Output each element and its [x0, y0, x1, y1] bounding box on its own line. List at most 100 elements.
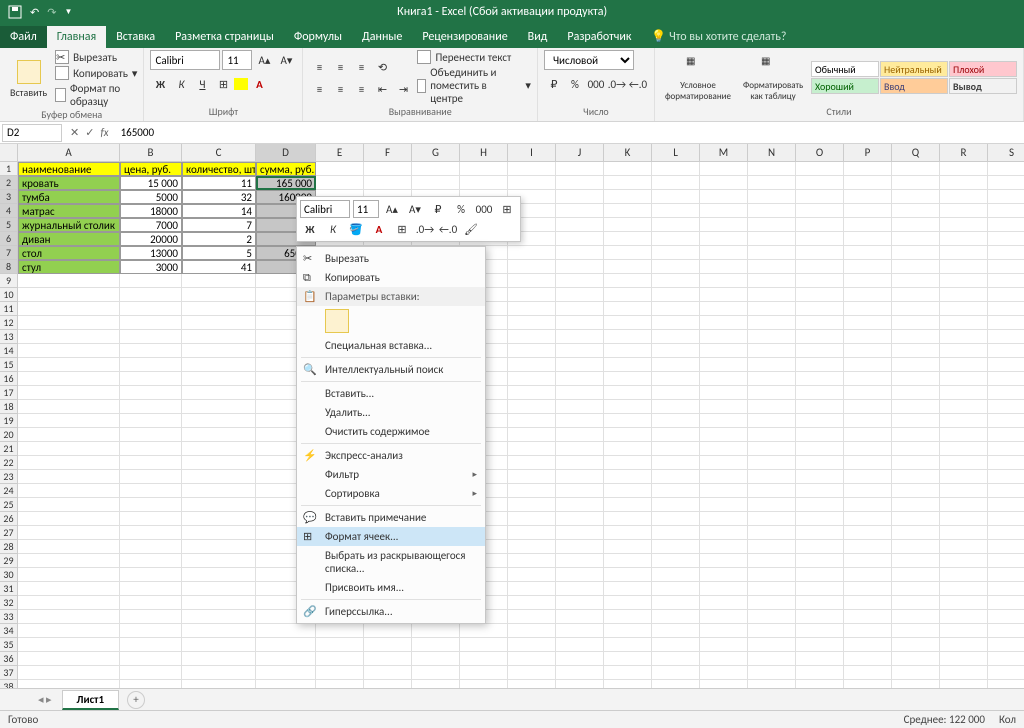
- cell-J1[interactable]: [556, 162, 604, 176]
- cell-J5[interactable]: [556, 218, 604, 232]
- cell-R25[interactable]: [940, 498, 988, 512]
- cell-S19[interactable]: [988, 414, 1024, 428]
- cell-S25[interactable]: [988, 498, 1024, 512]
- cell-N3[interactable]: [748, 190, 796, 204]
- cell-F1[interactable]: [364, 162, 412, 176]
- mini-font-name[interactable]: [300, 200, 350, 218]
- cell-N35[interactable]: [748, 638, 796, 652]
- cell-K14[interactable]: [604, 344, 652, 358]
- cell-O36[interactable]: [796, 652, 844, 666]
- cell-K36[interactable]: [604, 652, 652, 666]
- cell-N11[interactable]: [748, 302, 796, 316]
- cell-I10[interactable]: [508, 288, 556, 302]
- cell-I36[interactable]: [508, 652, 556, 666]
- cell-J28[interactable]: [556, 540, 604, 554]
- cell-P35[interactable]: [844, 638, 892, 652]
- cell-S3[interactable]: [988, 190, 1024, 204]
- cell-M32[interactable]: [700, 596, 748, 610]
- cell-A4[interactable]: матрас: [18, 204, 120, 218]
- mini-bold-button[interactable]: Ж: [300, 220, 320, 238]
- cell-L10[interactable]: [652, 288, 700, 302]
- cell-J19[interactable]: [556, 414, 604, 428]
- cell-E37[interactable]: [316, 666, 364, 680]
- cell-I14[interactable]: [508, 344, 556, 358]
- cell-B18[interactable]: [120, 400, 182, 414]
- cell-O3[interactable]: [796, 190, 844, 204]
- cell-M31[interactable]: [700, 582, 748, 596]
- cell-K27[interactable]: [604, 526, 652, 540]
- cell-G35[interactable]: [412, 638, 460, 652]
- cell-K2[interactable]: [604, 176, 652, 190]
- cell-A17[interactable]: [18, 386, 120, 400]
- cell-S36[interactable]: [988, 652, 1024, 666]
- cell-S17[interactable]: [988, 386, 1024, 400]
- currency-icon[interactable]: ₽: [544, 75, 564, 93]
- cell-B5[interactable]: 7000: [120, 218, 182, 232]
- cell-M6[interactable]: [700, 232, 748, 246]
- cell-J10[interactable]: [556, 288, 604, 302]
- cell-K34[interactable]: [604, 624, 652, 638]
- cell-N6[interactable]: [748, 232, 796, 246]
- cell-O31[interactable]: [796, 582, 844, 596]
- col-header-A[interactable]: A: [18, 144, 120, 162]
- row-header-19[interactable]: 19: [0, 414, 18, 428]
- cell-L8[interactable]: [652, 260, 700, 274]
- cell-A11[interactable]: [18, 302, 120, 316]
- cell-A26[interactable]: [18, 512, 120, 526]
- cell-B19[interactable]: [120, 414, 182, 428]
- cell-I29[interactable]: [508, 554, 556, 568]
- col-header-G[interactable]: G: [412, 144, 460, 162]
- border-button[interactable]: ⊞: [213, 75, 233, 93]
- cell-S15[interactable]: [988, 358, 1024, 372]
- formula-input[interactable]: [115, 125, 1024, 140]
- row-header-8[interactable]: 8: [0, 260, 18, 274]
- cell-A32[interactable]: [18, 596, 120, 610]
- cell-Q10[interactable]: [892, 288, 940, 302]
- cell-G2[interactable]: [412, 176, 460, 190]
- cell-K4[interactable]: [604, 204, 652, 218]
- select-all-corner[interactable]: [0, 144, 18, 162]
- cell-J30[interactable]: [556, 568, 604, 582]
- cell-P18[interactable]: [844, 400, 892, 414]
- cell-L26[interactable]: [652, 512, 700, 526]
- cell-L17[interactable]: [652, 386, 700, 400]
- cell-S14[interactable]: [988, 344, 1024, 358]
- cell-M19[interactable]: [700, 414, 748, 428]
- cell-S13[interactable]: [988, 330, 1024, 344]
- cell-F34[interactable]: [364, 624, 412, 638]
- cell-O24[interactable]: [796, 484, 844, 498]
- cell-C7[interactable]: 5: [182, 246, 256, 260]
- cell-M37[interactable]: [700, 666, 748, 680]
- cell-K33[interactable]: [604, 610, 652, 624]
- cell-A13[interactable]: [18, 330, 120, 344]
- tab-review[interactable]: Рецензирование: [412, 26, 517, 48]
- cell-J26[interactable]: [556, 512, 604, 526]
- row-header-12[interactable]: 12: [0, 316, 18, 330]
- cm-clear[interactable]: Очистить содержимое: [297, 422, 485, 441]
- cell-K24[interactable]: [604, 484, 652, 498]
- cell-B27[interactable]: [120, 526, 182, 540]
- cell-I11[interactable]: [508, 302, 556, 316]
- cell-N20[interactable]: [748, 428, 796, 442]
- col-header-N[interactable]: N: [748, 144, 796, 162]
- cell-O22[interactable]: [796, 456, 844, 470]
- cell-R3[interactable]: [940, 190, 988, 204]
- cell-S18[interactable]: [988, 400, 1024, 414]
- merge-button[interactable]: Объединить и поместить в центре ▾: [417, 66, 530, 105]
- mini-font-color-icon[interactable]: A: [369, 220, 389, 238]
- cell-Q29[interactable]: [892, 554, 940, 568]
- cell-N27[interactable]: [748, 526, 796, 540]
- cell-C24[interactable]: [182, 484, 256, 498]
- cell-I24[interactable]: [508, 484, 556, 498]
- cell-L30[interactable]: [652, 568, 700, 582]
- cell-M13[interactable]: [700, 330, 748, 344]
- cell-R37[interactable]: [940, 666, 988, 680]
- cell-P3[interactable]: [844, 190, 892, 204]
- row-header-26[interactable]: 26: [0, 512, 18, 526]
- cell-M28[interactable]: [700, 540, 748, 554]
- cell-D35[interactable]: [256, 638, 316, 652]
- cell-Q2[interactable]: [892, 176, 940, 190]
- cm-paste-option-1[interactable]: [325, 309, 349, 333]
- row-header-23[interactable]: 23: [0, 470, 18, 484]
- cell-D2[interactable]: 165 000: [256, 176, 316, 190]
